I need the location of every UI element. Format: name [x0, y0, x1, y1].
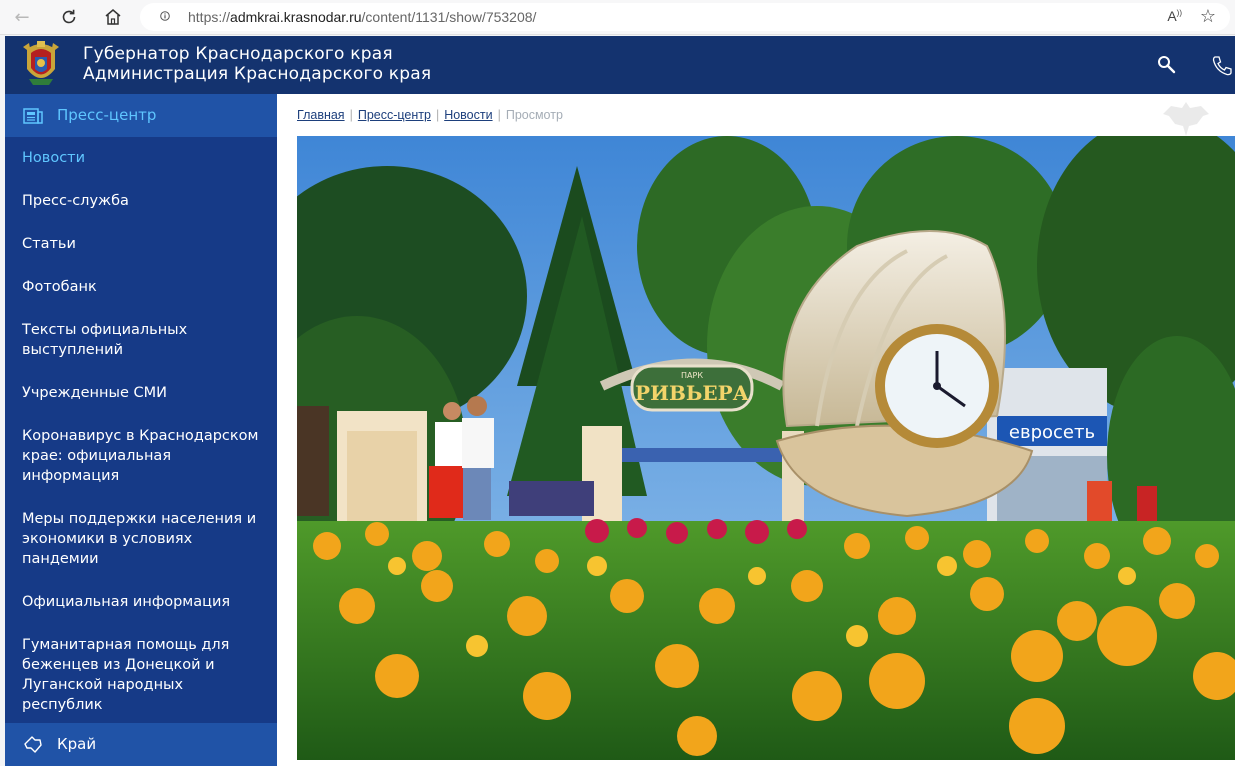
sidebar-item-media[interactable]: Учрежденные СМИ — [5, 372, 277, 415]
search-icon[interactable] — [1155, 53, 1179, 77]
sidebar-item-official-speeches[interactable]: Тексты официальных выступлений — [5, 309, 277, 372]
sidebar-section-label: Пресс-центр — [57, 106, 157, 124]
sidebar-section-kray[interactable]: Край — [5, 723, 277, 766]
read-aloud-icon[interactable]: A)) — [1167, 8, 1182, 24]
url-text[interactable]: https://admkrai.krasnodar.ru/content/113… — [188, 9, 536, 25]
newspaper-icon — [23, 108, 43, 124]
site-title-governor[interactable]: Губернатор Краснодарского края — [83, 44, 393, 64]
sidebar-footer-label: Край — [57, 735, 97, 753]
sidebar-item-articles[interactable]: Статьи — [5, 223, 277, 266]
info-icon[interactable] — [160, 11, 170, 21]
arch-small-text: ПАРК — [681, 371, 703, 380]
shop-sign-text: евросеть — [1009, 422, 1095, 443]
sidebar-item-photobank[interactable]: Фотобанк — [5, 266, 277, 309]
back-arrow-icon[interactable]: ← — [10, 5, 34, 29]
park-riviera-photo: ПАРК РИВЬЕРА евросеть — [297, 136, 1235, 760]
phone-icon[interactable] — [1210, 54, 1234, 78]
sidebar: Пресс-центр Новости Пресс-служба Статьи … — [5, 94, 277, 766]
breadcrumb-press-link[interactable]: Пресс-центр — [358, 108, 431, 122]
coat-of-arms-icon[interactable] — [19, 39, 63, 89]
breadcrumb: Главная | Пресс-центр | Новости | Просмотр — [297, 108, 563, 122]
sidebar-item-official-info[interactable]: Официальная информация — [5, 581, 277, 624]
site-title-administration[interactable]: Администрация Краснодарского края — [83, 64, 431, 84]
browser-toolbar: ← https://admkrai.krasnodar.ru/content/1… — [0, 0, 1235, 35]
url-scheme: https:// — [188, 9, 231, 25]
sidebar-menu: Новости Пресс-служба Статьи Фотобанк Тек… — [5, 137, 277, 727]
home-icon[interactable] — [101, 5, 125, 29]
url-path: /content/1131/show/753208/ — [361, 9, 537, 25]
eagle-watermark-icon — [1163, 102, 1209, 136]
region-map-icon — [24, 736, 42, 753]
sidebar-item-support-measures[interactable]: Меры поддержки населения и экономики в у… — [5, 498, 277, 581]
breadcrumb-home-link[interactable]: Главная — [297, 108, 345, 122]
sidebar-item-news[interactable]: Новости — [5, 137, 277, 180]
breadcrumb-news-link[interactable]: Новости — [444, 108, 492, 122]
sidebar-item-coronavirus[interactable]: Коронавирус в Краснодарском крае: официа… — [5, 415, 277, 498]
sidebar-item-press-service[interactable]: Пресс-служба — [5, 180, 277, 223]
url-host: admkrai.krasnodar.ru — [230, 9, 362, 25]
arch-text: РИВЬЕРА — [635, 381, 750, 405]
site-header: Губернатор Краснодарского края Администр… — [5, 36, 1235, 94]
main-content: Главная | Пресс-центр | Новости | Просмотр — [277, 94, 1235, 766]
breadcrumb-current: Просмотр — [505, 108, 563, 122]
favorite-star-icon[interactable]: ☆ — [1200, 6, 1216, 27]
sidebar-section-press-center[interactable]: Пресс-центр — [5, 94, 277, 137]
news-photo[interactable]: ПАРК РИВЬЕРА евросеть — [297, 136, 1235, 760]
address-bar[interactable]: https://admkrai.krasnodar.ru/content/113… — [140, 3, 1230, 31]
sidebar-item-humanitarian-aid[interactable]: Гуманитарная помощь для беженцев из Доне… — [5, 624, 277, 727]
reload-icon[interactable] — [57, 5, 81, 29]
